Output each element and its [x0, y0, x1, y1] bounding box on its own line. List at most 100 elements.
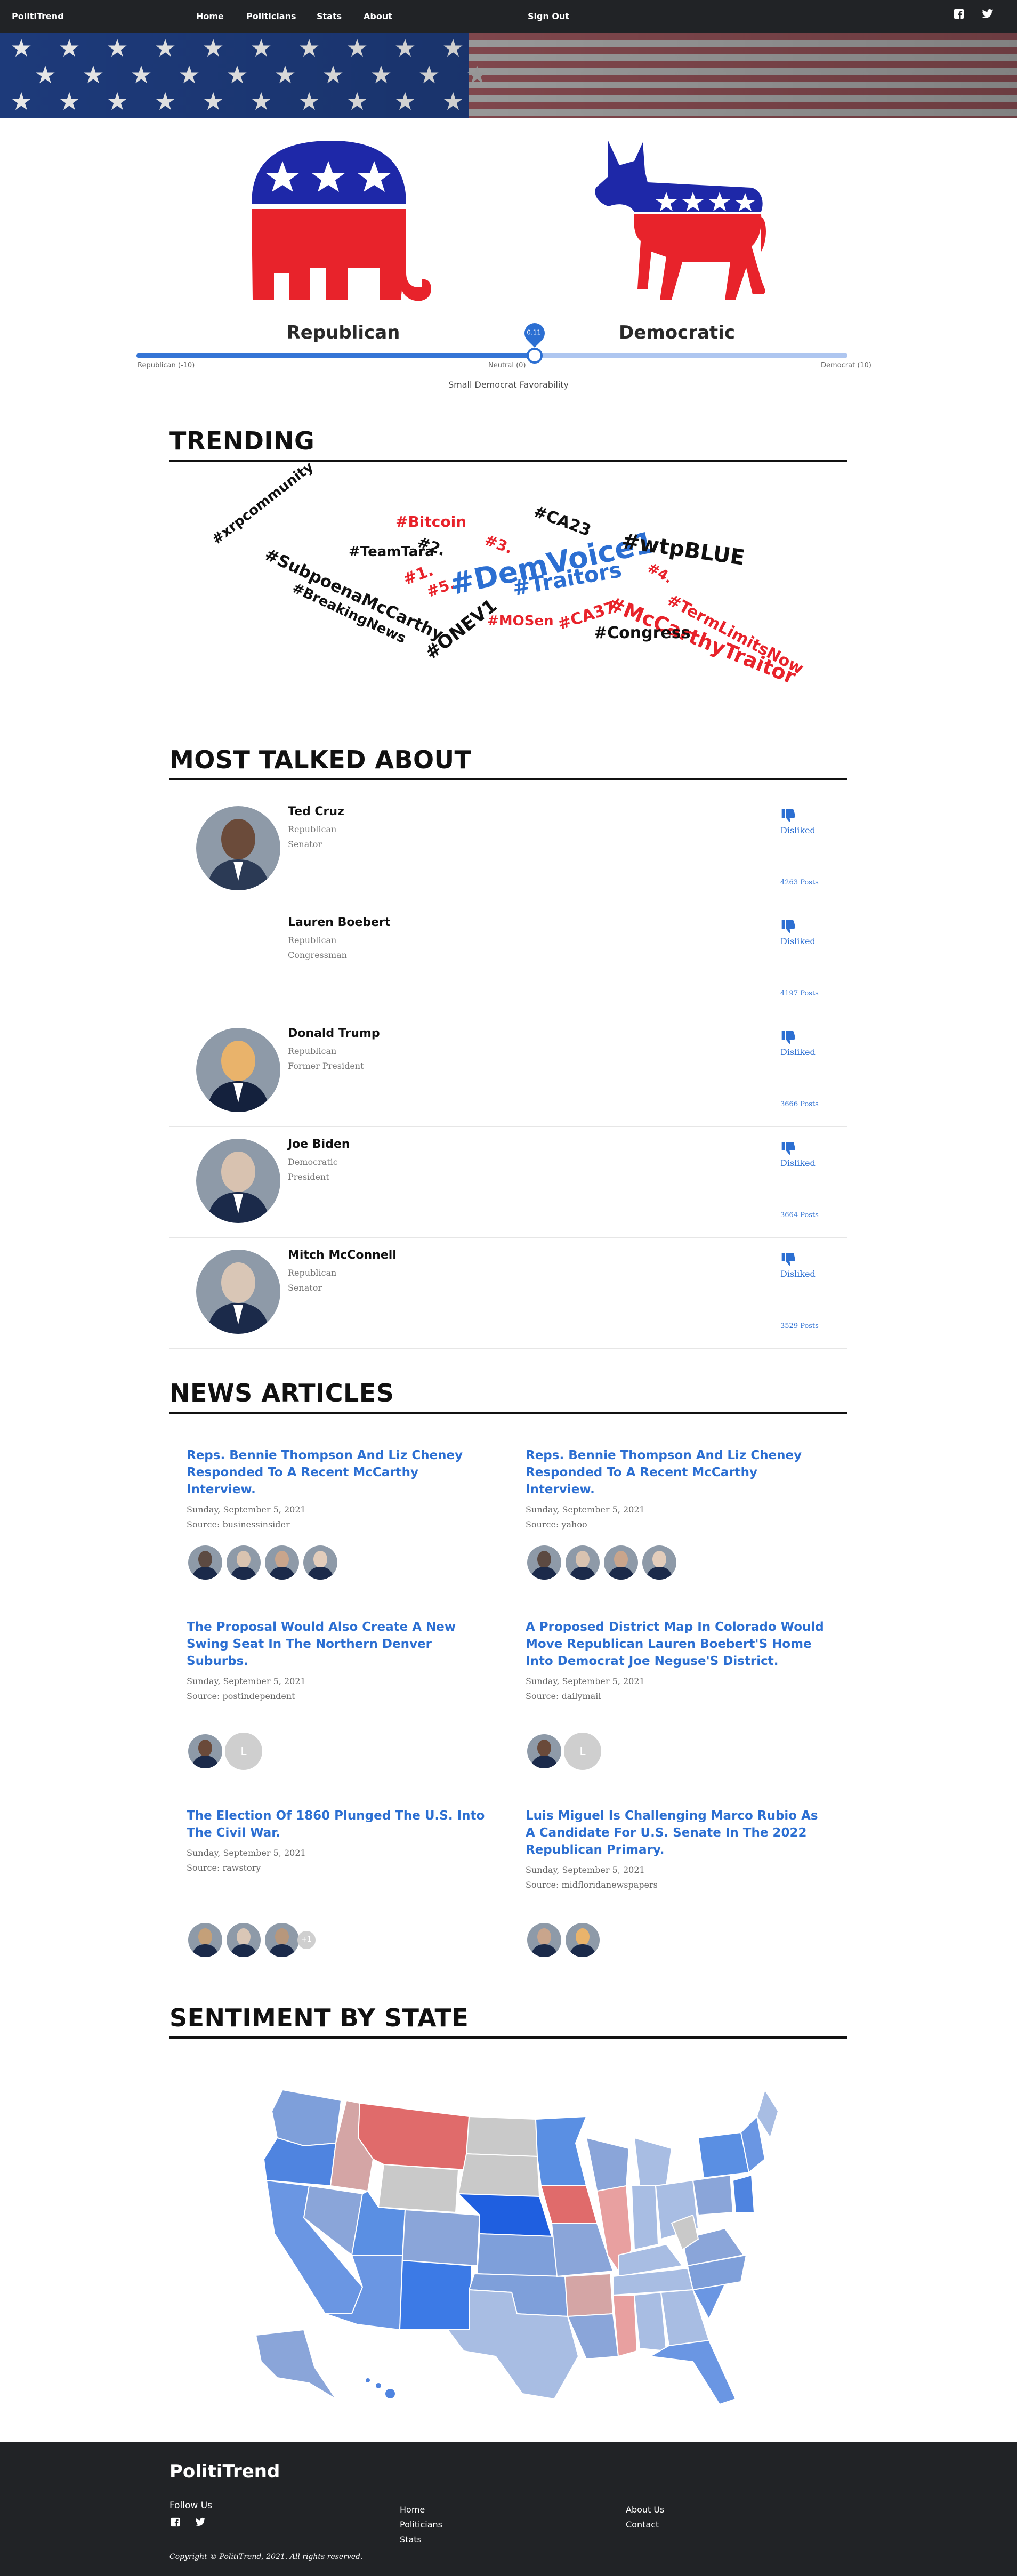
- politician-name[interactable]: Lauren Boebert: [288, 916, 390, 929]
- post-count: 3664 Posts: [780, 1211, 819, 1219]
- trending-word[interactable]: #wtpBLUE: [620, 529, 747, 570]
- post-count: 4263 Posts: [780, 879, 819, 887]
- politician-avatar[interactable]: [526, 1544, 563, 1581]
- state-ar: [564, 2273, 614, 2317]
- politician-party: Republican: [288, 824, 337, 834]
- nav-about-link[interactable]: About: [364, 11, 392, 21]
- sentiment-label: Disliked: [780, 1047, 816, 1057]
- state-nm: [399, 2259, 473, 2330]
- politician-avatar-placeholder[interactable]: L: [564, 1733, 601, 1770]
- article-source: Source: midfloridanewspapers: [526, 1880, 658, 1890]
- article-title-link[interactable]: The Proposal Would Also Create A New Swi…: [187, 1619, 485, 1670]
- politician-avatar[interactable]: [526, 1733, 563, 1770]
- politician-photo[interactable]: [196, 1250, 280, 1334]
- footer-twitter-icon[interactable]: [195, 2517, 206, 2529]
- sentiment-label: Disliked: [780, 825, 816, 835]
- article-source: Source: postindependent: [187, 1691, 295, 1701]
- politician-avatar[interactable]: [225, 1544, 262, 1581]
- trending-word[interactable]: #Bitcoin: [396, 513, 466, 530]
- twitter-icon[interactable]: [982, 9, 994, 20]
- politician-avatar[interactable]: [187, 1544, 224, 1581]
- politician-avatar[interactable]: [225, 1921, 262, 1959]
- footer-stats-link[interactable]: Stats: [400, 2534, 422, 2545]
- most-talked-row[interactable]: Lauren Boebert Republican Congressman Di…: [170, 905, 848, 1016]
- state-ak: [255, 2329, 336, 2400]
- most-talked-row[interactable]: Joe Biden Democratic President Disliked …: [170, 1127, 848, 1238]
- trending-word[interactable]: #SubpoenaMcCarthy: [262, 545, 446, 645]
- footer-about-link[interactable]: About Us: [626, 2505, 664, 2515]
- politician-avatar[interactable]: [263, 1921, 301, 1959]
- footer-home-link[interactable]: Home: [400, 2505, 425, 2515]
- facebook-icon[interactable]: [953, 9, 965, 20]
- article-title-link[interactable]: Reps. Bennie Thompson And Liz Cheney Res…: [526, 1447, 824, 1498]
- trending-word[interactable]: #MOSen: [487, 613, 554, 629]
- politician-avatar-placeholder[interactable]: L: [225, 1733, 262, 1770]
- article-source: Source: yahoo: [526, 1519, 587, 1529]
- nav-brand[interactable]: PolitiTrend: [12, 11, 64, 21]
- most-talked-row[interactable]: Mitch McConnell Republican Senator Disli…: [170, 1238, 848, 1349]
- footer-facebook-icon[interactable]: [171, 2517, 180, 2529]
- footer-copyright: Copyright © PolitiTrend, 2021. All right…: [170, 2553, 363, 2561]
- nav-home-link[interactable]: Home: [196, 11, 224, 21]
- footer-politicians-link[interactable]: Politicians: [400, 2519, 442, 2530]
- nav-politicians-link[interactable]: Politicians: [246, 11, 296, 21]
- news-article-card: The Proposal Would Also Create A New Swi…: [187, 1619, 485, 1703]
- article-date: Sunday, September 5, 2021: [187, 1504, 306, 1515]
- state-co: [401, 2209, 481, 2267]
- slider-left-label: Republican (-10): [138, 361, 195, 369]
- politician-avatar[interactable]: [602, 1544, 640, 1581]
- politician-name[interactable]: Ted Cruz: [288, 805, 344, 818]
- more-politicians-badge[interactable]: +1: [297, 1931, 316, 1949]
- state-ny: [697, 2131, 750, 2179]
- politician-party: Republican: [288, 935, 337, 945]
- politician-avatar[interactable]: [526, 1921, 563, 1959]
- state-or: [263, 2137, 337, 2187]
- sign-out-link[interactable]: Sign Out: [528, 11, 569, 21]
- most-talked-row[interactable]: Ted Cruz Republican Senator Disliked 426…: [170, 794, 848, 905]
- politician-avatar[interactable]: [564, 1921, 601, 1959]
- most-talked-row[interactable]: Donald Trump Republican Former President…: [170, 1016, 848, 1127]
- politician-name[interactable]: Joe Biden: [288, 1138, 350, 1151]
- trending-word[interactable]: #Congress: [594, 624, 690, 642]
- politician-avatar[interactable]: [187, 1921, 224, 1959]
- state-mi: [633, 2137, 673, 2186]
- state-sd: [457, 2153, 540, 2197]
- politician-photo[interactable]: [196, 1028, 280, 1112]
- politician-avatar[interactable]: [641, 1544, 678, 1581]
- favorability-slider-knob[interactable]: [527, 348, 543, 364]
- state-wy: [377, 2163, 459, 2213]
- slider-right-label: Democrat (10): [821, 361, 871, 369]
- politician-photo[interactable]: [196, 1139, 280, 1223]
- trending-word[interactable]: #3.: [482, 531, 515, 557]
- article-source: Source: dailymail: [526, 1691, 601, 1701]
- most-talked-heading: MOST TALKED ABOUT: [170, 745, 848, 780]
- politician-avatar[interactable]: [302, 1544, 339, 1581]
- state-mn: [535, 2115, 587, 2186]
- politician-name[interactable]: Donald Trump: [288, 1027, 380, 1040]
- politician-photo[interactable]: [196, 806, 280, 890]
- favorability-slider[interactable]: 0.11: [136, 319, 848, 364]
- politician-role: Senator: [288, 839, 322, 849]
- democratic-label: Democratic: [619, 322, 735, 343]
- state-ks: [476, 2233, 558, 2277]
- politician-avatar[interactable]: [263, 1544, 301, 1581]
- state-al: [633, 2291, 667, 2352]
- article-source: Source: rawstory: [187, 1863, 261, 1873]
- article-title-link[interactable]: The Election Of 1860 Plunged The U.S. In…: [187, 1807, 485, 1841]
- republican-elephant-logo: [246, 140, 438, 305]
- politician-role: Senator: [288, 1283, 322, 1293]
- politician-avatar[interactable]: [564, 1544, 601, 1581]
- article-title-link[interactable]: Luis Miguel Is Challenging Marco Rubio A…: [526, 1807, 824, 1858]
- trending-word[interactable]: #4.: [644, 560, 675, 587]
- trending-word[interactable]: #xrpcommunity: [209, 459, 317, 548]
- politician-avatar[interactable]: [187, 1733, 224, 1770]
- politician-party: Democratic: [288, 1157, 338, 1167]
- trending-word[interactable]: #CA23: [531, 502, 593, 540]
- politician-name[interactable]: Mitch McConnell: [288, 1249, 397, 1262]
- politician-party: Republican: [288, 1268, 337, 1278]
- article-title-link[interactable]: A Proposed District Map In Colorado Woul…: [526, 1619, 824, 1670]
- state-hi: [384, 2388, 396, 2400]
- footer-contact-link[interactable]: Contact: [626, 2519, 659, 2530]
- article-title-link[interactable]: Reps. Bennie Thompson And Liz Cheney Res…: [187, 1447, 485, 1498]
- nav-stats-link[interactable]: Stats: [317, 11, 342, 21]
